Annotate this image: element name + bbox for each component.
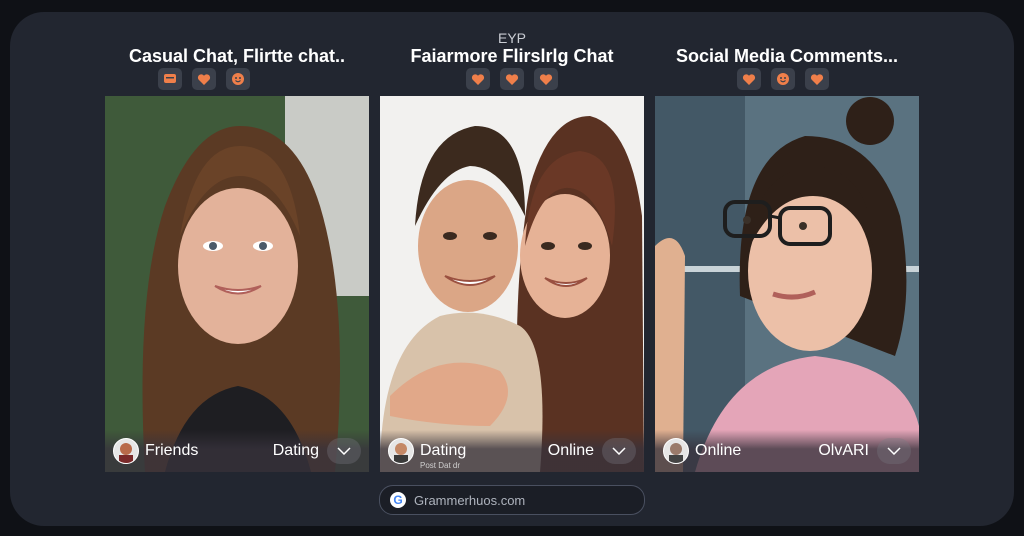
tag-online[interactable]: Online (695, 442, 741, 460)
chevron-down-icon[interactable] (602, 438, 636, 464)
smiley-icon[interactable] (771, 68, 795, 90)
reaction-row (72, 68, 336, 90)
search-bar[interactable]: G Grammerhuos.com (379, 485, 645, 515)
column-title-social-media: Social Media Comments... (675, 46, 899, 66)
search-text[interactable]: Grammerhuos.com (414, 493, 525, 508)
header-label: EYP (497, 30, 526, 46)
smiley-icon[interactable] (226, 68, 250, 90)
heart-icon[interactable] (737, 68, 761, 90)
sub-caption: Post Dat dr (420, 461, 461, 470)
avatar[interactable] (388, 438, 414, 464)
heart-icon[interactable] (192, 68, 216, 90)
column-title-casual-chat: Casual Chat, Flirtte chat.. (128, 46, 346, 66)
avatar[interactable] (663, 438, 689, 464)
chat-icon[interactable] (158, 68, 182, 90)
tag-online[interactable]: Online (548, 442, 594, 460)
profile-photo (380, 96, 644, 472)
heart-icon[interactable] (805, 68, 829, 90)
column-title-flirting-chat: Faiarmore Flirslrlg Chat (410, 46, 614, 66)
tag-dating[interactable]: Dating (273, 442, 319, 460)
profile-card-social[interactable]: Online OlvARI (655, 96, 919, 472)
heart-icon[interactable] (466, 68, 490, 90)
reaction-row (380, 68, 644, 90)
profile-photo (655, 96, 919, 472)
google-icon: G (390, 492, 406, 508)
avatar[interactable] (113, 438, 139, 464)
heart-icon[interactable] (500, 68, 524, 90)
reaction-row (651, 68, 915, 90)
chevron-down-icon[interactable] (877, 438, 911, 464)
heart-icon[interactable] (534, 68, 558, 90)
tag-dating[interactable]: Dating (420, 442, 466, 460)
tag-friends[interactable]: Friends (145, 442, 198, 460)
tag-olvari[interactable]: OlvARI (818, 442, 869, 460)
profile-card-friends[interactable]: Friends Dating (105, 96, 369, 472)
profile-photo (105, 96, 369, 472)
chevron-down-icon[interactable] (327, 438, 361, 464)
profile-card-dating[interactable]: Dating Post Dat dr Online (380, 96, 644, 472)
